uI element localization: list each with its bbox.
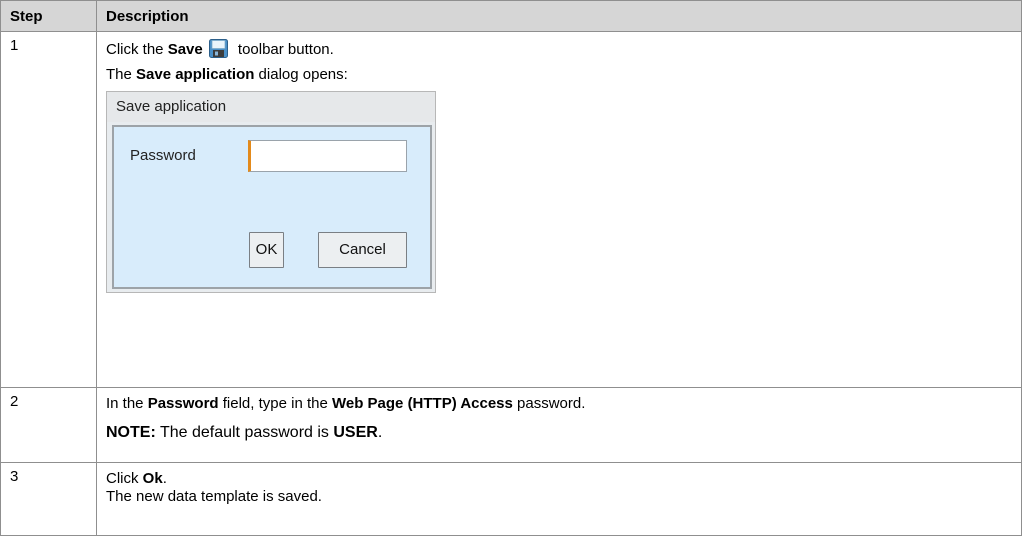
step-description-cell: Click the Save toolbar button. The Save …: [96, 31, 1022, 388]
note-label: NOTE:: [106, 424, 156, 441]
text: .: [377, 424, 383, 441]
header-description: Description: [96, 0, 1022, 32]
step-description-cell: Click Ok. The new data template is saved…: [96, 462, 1022, 536]
password-label: Password: [130, 147, 196, 164]
dialog-title: Save application: [107, 92, 435, 122]
note-line: NOTE: The default password is USER.: [106, 424, 1021, 442]
text: Click the: [106, 41, 168, 58]
table-row: 3 Click Ok. The new data template is sav…: [0, 462, 1022, 536]
instruction-line: In the Password field, type in the Web P…: [106, 388, 1021, 412]
bold-term: Ok: [142, 470, 163, 487]
instruction-line: The new data template is saved.: [106, 488, 322, 505]
cancel-button[interactable]: Cancel: [318, 232, 407, 268]
text: toolbar button.: [233, 41, 334, 58]
table-row: 1 Click the Save toolbar button. The Sav…: [0, 31, 1022, 388]
text: password.: [512, 395, 586, 412]
instruction-line: Click Ok.: [106, 463, 1021, 488]
text: The default password is: [155, 424, 334, 441]
header-step: Step: [0, 0, 97, 32]
floppy-disk-icon: [208, 39, 228, 58]
text: In the: [106, 395, 148, 412]
ok-button[interactable]: OK: [249, 232, 284, 268]
bold-term: Web Page (HTTP) Access: [331, 395, 513, 412]
step-number-cell: 3: [0, 462, 97, 536]
text: field, type in the: [218, 395, 332, 412]
step-number: 1: [10, 37, 19, 54]
step-number: 3: [10, 468, 19, 485]
password-input[interactable]: [248, 140, 407, 172]
step-number: 2: [10, 393, 19, 410]
instruction-line: Click the Save toolbar button.: [106, 32, 1021, 60]
instruction-line: The Save application dialog opens:: [106, 65, 1021, 85]
bold-term: Password: [147, 395, 219, 412]
steps-table: Step Description 1 Click the Save toolba…: [0, 0, 1022, 536]
dialog-body: Password OK Cancel: [112, 125, 432, 289]
text: dialog opens:: [254, 66, 348, 83]
bold-term: Save: [167, 41, 203, 58]
table-header-row: Step Description: [0, 0, 1022, 32]
text: The: [106, 66, 137, 83]
step-number-cell: 1: [0, 31, 97, 388]
step-description-cell: In the Password field, type in the Web P…: [96, 387, 1022, 463]
bold-term: Save application: [136, 66, 255, 83]
bold-term: USER: [333, 424, 378, 441]
table-row: 2 In the Password field, type in the Web…: [0, 387, 1022, 463]
step-number-cell: 2: [0, 387, 97, 463]
text: .: [162, 470, 167, 487]
text: Click: [106, 470, 143, 487]
save-application-dialog: Save application Password OK Cancel: [106, 91, 436, 293]
